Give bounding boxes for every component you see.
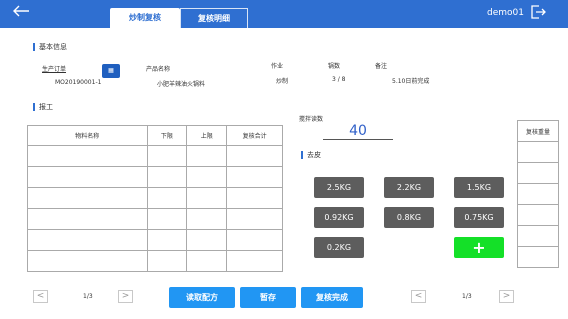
- product-name-label: 产品名称: [146, 66, 171, 73]
- table-row[interactable]: [517, 246, 559, 268]
- table-row[interactable]: [517, 183, 559, 205]
- batch-label: 锅数: [328, 63, 341, 70]
- section-marker: [33, 43, 35, 51]
- read-recipe-button[interactable]: 读取配方: [169, 287, 235, 308]
- table-cell: [186, 166, 228, 188]
- table-cell: [226, 208, 283, 230]
- table-row[interactable]: [27, 187, 283, 209]
- production-order-value: MO20190001-1: [55, 79, 102, 86]
- logout-icon[interactable]: [530, 4, 550, 22]
- batch-value: 3 / 8: [332, 76, 346, 83]
- logout-icon-svg: [531, 5, 546, 19]
- tare-button-1-5kg[interactable]: 1.5KG: [454, 177, 504, 198]
- table-cell: [517, 162, 559, 184]
- table-cell: [517, 204, 559, 226]
- tare-button-0-8kg[interactable]: 0.8KG: [384, 207, 434, 228]
- tare-button-0-75kg[interactable]: 0.75KG: [454, 207, 504, 228]
- basic-info-header: 基本信息: [33, 42, 67, 52]
- report-title: 报工: [39, 103, 53, 111]
- recheck-weight-table: 复核重量: [517, 120, 559, 268]
- table-cell: [226, 145, 283, 167]
- user-name: demo01: [487, 8, 524, 18]
- tab-recheck-detail[interactable]: 复核明细: [180, 8, 248, 28]
- complete-recheck-button[interactable]: 复核完成: [301, 287, 363, 308]
- add-tare-button[interactable]: +: [454, 237, 504, 258]
- tare-button-2-2kg[interactable]: 2.2KG: [384, 177, 434, 198]
- product-name-value: 小肥羊辣油火锅料: [157, 81, 206, 88]
- table-cell: [146, 145, 188, 167]
- column-material-name: 物料名称: [27, 125, 148, 146]
- left-pager-prev-button[interactable]: <: [33, 290, 48, 303]
- table-row[interactable]: [517, 141, 559, 163]
- tab-stir-recheck[interactable]: 炒制复核: [110, 8, 180, 28]
- arrow-left-icon-svg: [13, 5, 29, 17]
- right-pager-next-button[interactable]: >: [499, 290, 514, 303]
- column-recheck-weight: 复核重量: [517, 120, 559, 142]
- stir-count-value[interactable]: 40: [323, 122, 393, 140]
- section-marker: [33, 103, 35, 111]
- table-cell: [27, 208, 148, 230]
- table-cell: [517, 225, 559, 247]
- column-lower-limit: 下限: [146, 125, 188, 146]
- table-cell: [146, 187, 188, 209]
- operation-value: 炒制: [276, 78, 289, 85]
- table-cell: [226, 187, 283, 209]
- scanner-icon[interactable]: ▦: [102, 64, 120, 78]
- table-cell: [186, 208, 228, 230]
- right-pager-prev-button[interactable]: <: [411, 290, 426, 303]
- table-row[interactable]: [27, 145, 283, 167]
- tare-button-2-5kg[interactable]: 2.5KG: [314, 177, 364, 198]
- tare-title: 去皮: [307, 151, 321, 159]
- table-header-row: 复核重量: [517, 120, 559, 142]
- table-cell: [186, 250, 228, 272]
- remark-value: 5.10日前完成: [392, 78, 430, 85]
- table-cell: [27, 250, 148, 272]
- table-row[interactable]: [27, 166, 283, 188]
- remark-label: 备注: [375, 63, 388, 70]
- arrow-left-icon[interactable]: [12, 4, 34, 22]
- table-cell: [186, 145, 228, 167]
- column-recheck-total: 复核合计: [226, 125, 283, 146]
- table-cell: [186, 229, 228, 251]
- table-cell: [517, 141, 559, 163]
- hold-button[interactable]: 暂存: [240, 287, 296, 308]
- section-marker: [301, 151, 303, 159]
- table-row[interactable]: [517, 225, 559, 247]
- right-pager-page: 1/3: [462, 293, 472, 300]
- table-row[interactable]: [27, 208, 283, 230]
- basic-info-title: 基本信息: [39, 43, 67, 51]
- table-cell: [146, 166, 188, 188]
- left-pager-page: 1/3: [83, 293, 93, 300]
- table-cell: [146, 250, 188, 272]
- table-row[interactable]: [517, 162, 559, 184]
- stir-count-label: 搅拌读数: [299, 116, 324, 123]
- table-cell: [27, 187, 148, 209]
- material-table: 物料名称 下限 上限 复核合计: [27, 125, 283, 272]
- table-cell: [226, 229, 283, 251]
- left-pager-next-button[interactable]: >: [118, 290, 133, 303]
- table-row[interactable]: [27, 229, 283, 251]
- table-header-row: 物料名称 下限 上限 复核合计: [27, 125, 283, 146]
- tare-header: 去皮: [301, 150, 321, 160]
- report-header: 报工: [33, 102, 53, 112]
- tare-button-0-2kg[interactable]: 0.2KG: [314, 237, 364, 258]
- operation-label: 作业: [271, 63, 284, 70]
- production-order-label[interactable]: 生产订单: [42, 64, 66, 73]
- table-row[interactable]: [27, 250, 283, 272]
- table-cell: [226, 250, 283, 272]
- column-upper-limit: 上限: [186, 125, 228, 146]
- table-cell: [517, 246, 559, 268]
- table-cell: [146, 208, 188, 230]
- table-cell: [146, 229, 188, 251]
- top-bar: 炒制复核 复核明细 demo01: [0, 0, 568, 28]
- tare-button-0-92kg[interactable]: 0.92KG: [314, 207, 364, 228]
- table-cell: [27, 229, 148, 251]
- table-cell: [186, 187, 228, 209]
- table-cell: [517, 183, 559, 205]
- table-cell: [27, 166, 148, 188]
- table-cell: [226, 166, 283, 188]
- table-row[interactable]: [517, 204, 559, 226]
- table-cell: [27, 145, 148, 167]
